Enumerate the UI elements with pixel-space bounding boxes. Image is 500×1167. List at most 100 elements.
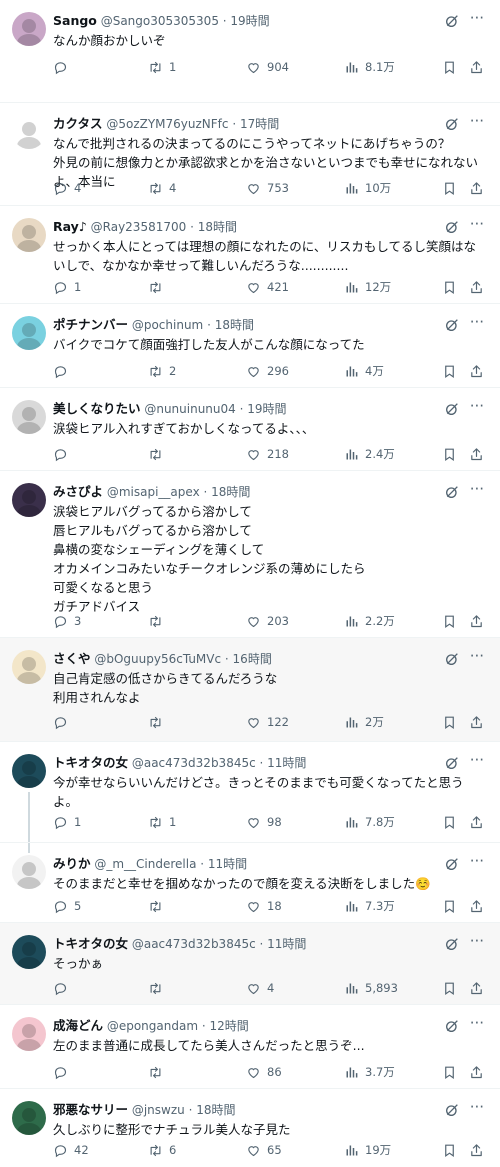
retweet-button[interactable]: 2 <box>148 362 176 380</box>
timestamp[interactable]: 11時間 <box>267 756 306 770</box>
views-button[interactable]: 19万 <box>344 1141 391 1159</box>
tweet[interactable]: さくや @bOguupy56cTuMVc · 16時間 ··· 自己肯定感の低さか… <box>0 638 500 742</box>
timestamp[interactable]: 19時間 <box>230 14 269 28</box>
share-button[interactable] <box>469 713 490 731</box>
bookmark-button[interactable] <box>442 278 463 296</box>
avatar[interactable] <box>12 1101 46 1135</box>
avatar[interactable] <box>12 115 46 149</box>
like-button[interactable]: 904 <box>246 58 289 76</box>
reply-button[interactable]: 3 <box>53 612 81 630</box>
bookmark-button[interactable] <box>442 612 463 630</box>
like-button[interactable]: 753 <box>246 179 289 197</box>
display-name[interactable]: Ray♪ <box>53 219 87 234</box>
user-handle[interactable]: @pochinum <box>132 318 203 332</box>
share-button[interactable] <box>469 445 490 463</box>
share-button[interactable] <box>469 813 490 831</box>
views-button[interactable]: 2.4万 <box>344 445 395 463</box>
like-button[interactable]: 18 <box>246 897 282 915</box>
retweet-button[interactable]: 6 <box>148 1141 176 1159</box>
share-button[interactable] <box>469 58 490 76</box>
more-options-icon[interactable]: ··· <box>470 215 484 233</box>
retweet-button[interactable] <box>148 713 169 731</box>
share-button[interactable] <box>469 612 490 630</box>
views-button[interactable]: 10万 <box>344 179 391 197</box>
grok-icon[interactable] <box>444 219 460 235</box>
views-button[interactable]: 7.3万 <box>344 897 395 915</box>
avatar[interactable] <box>12 218 46 252</box>
bookmark-button[interactable] <box>442 445 463 463</box>
bookmark-button[interactable] <box>442 897 463 915</box>
like-button[interactable]: 65 <box>246 1141 282 1159</box>
grok-icon[interactable] <box>444 856 460 872</box>
grok-icon[interactable] <box>444 936 460 952</box>
like-button[interactable]: 218 <box>246 445 289 463</box>
user-handle[interactable]: @bOguupy56cTuMVc <box>94 652 221 666</box>
reply-button[interactable] <box>53 362 74 380</box>
more-options-icon[interactable]: ··· <box>470 1014 484 1032</box>
bookmark-button[interactable] <box>442 713 463 731</box>
views-button[interactable]: 5,893 <box>344 979 398 997</box>
tweet[interactable]: トキオタの女 @aac473d32b3845c · 11時間 ··· そっかぁ 4… <box>0 923 500 1005</box>
tweet[interactable]: トキオタの女 @aac473d32b3845c · 11時間 ··· 今が幸せなら… <box>0 742 500 843</box>
reply-button[interactable]: 5 <box>53 897 81 915</box>
grok-icon[interactable] <box>444 1102 460 1118</box>
share-button[interactable] <box>469 278 490 296</box>
like-button[interactable]: 86 <box>246 1063 282 1081</box>
user-handle[interactable]: @_m__Cinderella <box>94 857 196 871</box>
grok-icon[interactable] <box>444 13 460 29</box>
user-handle[interactable]: @Ray23581700 <box>91 220 187 234</box>
avatar[interactable] <box>12 754 46 788</box>
views-button[interactable]: 8.1万 <box>344 58 395 76</box>
like-button[interactable]: 296 <box>246 362 289 380</box>
display-name[interactable]: ポチナンバー <box>53 317 128 332</box>
user-handle[interactable]: @5ozZYM76yuzNFfc <box>106 117 228 131</box>
display-name[interactable]: 邪悪なサリー <box>53 1102 128 1117</box>
share-button[interactable] <box>469 979 490 997</box>
grok-icon[interactable] <box>444 755 460 771</box>
reply-button[interactable] <box>53 1063 74 1081</box>
grok-icon[interactable] <box>444 116 460 132</box>
more-options-icon[interactable]: ··· <box>470 751 484 769</box>
more-options-icon[interactable]: ··· <box>470 112 484 130</box>
views-button[interactable]: 7.8万 <box>344 813 395 831</box>
user-handle[interactable]: @aac473d32b3845c <box>132 756 256 770</box>
reply-button[interactable]: 1 <box>53 278 81 296</box>
tweet[interactable]: ポチナンバー @pochinum · 18時間 ··· バイクでコケて顔面強打した… <box>0 304 500 388</box>
bookmark-button[interactable] <box>442 979 463 997</box>
avatar[interactable] <box>12 316 46 350</box>
retweet-button[interactable]: 1 <box>148 58 176 76</box>
timestamp[interactable]: 19時間 <box>247 402 286 416</box>
views-button[interactable]: 2万 <box>344 713 384 731</box>
display-name[interactable]: 成海どん <box>53 1018 103 1033</box>
more-options-icon[interactable]: ··· <box>470 9 484 27</box>
retweet-button[interactable]: 1 <box>148 813 176 831</box>
views-button[interactable]: 3.7万 <box>344 1063 395 1081</box>
views-button[interactable]: 12万 <box>344 278 391 296</box>
share-button[interactable] <box>469 1141 490 1159</box>
avatar[interactable] <box>12 12 46 46</box>
like-button[interactable]: 4 <box>246 979 274 997</box>
retweet-button[interactable]: 4 <box>148 179 176 197</box>
user-handle[interactable]: @nunuinunu04 <box>144 402 235 416</box>
grok-icon[interactable] <box>444 317 460 333</box>
more-options-icon[interactable]: ··· <box>470 647 484 665</box>
display-name[interactable]: 美しくなりたい <box>53 401 141 416</box>
bookmark-button[interactable] <box>442 58 463 76</box>
reply-button[interactable]: 4 <box>53 179 81 197</box>
grok-icon[interactable] <box>444 484 460 500</box>
timestamp[interactable]: 12時間 <box>209 1019 248 1033</box>
like-button[interactable]: 203 <box>246 612 289 630</box>
display-name[interactable]: みさぴよ <box>53 484 103 499</box>
retweet-button[interactable] <box>148 897 169 915</box>
reply-button[interactable]: 42 <box>53 1141 89 1159</box>
bookmark-button[interactable] <box>442 179 463 197</box>
retweet-button[interactable] <box>148 1063 169 1081</box>
timestamp[interactable]: 18時間 <box>215 318 254 332</box>
more-options-icon[interactable]: ··· <box>470 397 484 415</box>
avatar[interactable] <box>12 855 46 889</box>
views-button[interactable]: 2.2万 <box>344 612 395 630</box>
more-options-icon[interactable]: ··· <box>470 932 484 950</box>
display-name[interactable]: みりか <box>53 856 91 871</box>
tweet[interactable]: Sango @Sango305305305 · 19時間 ··· なんか顔おかしい… <box>0 0 500 103</box>
reply-button[interactable] <box>53 58 74 76</box>
